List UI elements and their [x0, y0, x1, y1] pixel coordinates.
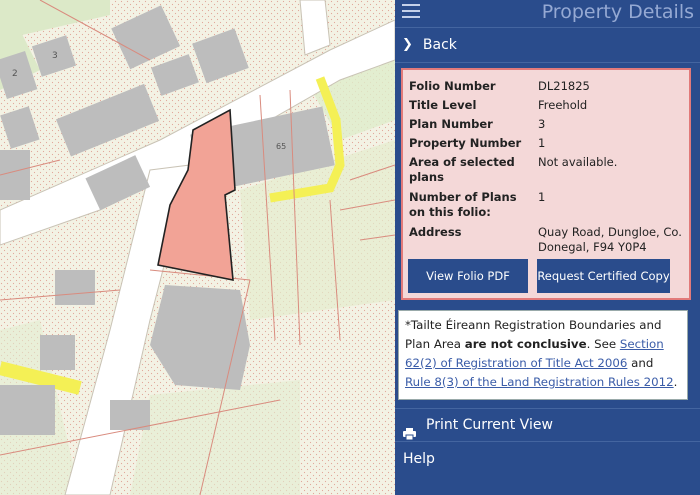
boundary-notice: *Tailte Éireann Registration Boundaries … — [398, 310, 688, 400]
map-view[interactable]: 2 3 65 — [0, 0, 395, 495]
view-folio-pdf-button[interactable]: View Folio PDF — [408, 259, 528, 293]
back-label: Back — [422, 37, 457, 53]
rule-8-link[interactable]: Rule 8(3) of the Land Registration Rules… — [405, 375, 674, 389]
hamburger-icon[interactable] — [402, 4, 420, 18]
panel-title: Property Details — [541, 1, 694, 23]
printer-icon — [403, 419, 416, 441]
panel-header: Property Details — [395, 0, 700, 28]
map-label: 3 — [52, 51, 58, 61]
map-label: 2 — [12, 69, 18, 79]
chevron-right-icon: ❯ — [402, 37, 413, 52]
request-certified-copy-button[interactable]: Request Certified Copy — [537, 259, 670, 293]
property-details-panel: Property Details ❯ Back Folio Number DL21… — [395, 0, 700, 495]
folio-details: Folio Number DL21825 Title Level Freehold … — [401, 68, 691, 300]
print-label: Print Current View — [426, 417, 553, 433]
help-link[interactable]: Help — [403, 451, 435, 467]
print-current-view-button[interactable]: Print Current View — [395, 408, 700, 442]
map-label: 65 — [276, 142, 286, 151]
back-button[interactable]: ❯ Back — [395, 28, 700, 63]
